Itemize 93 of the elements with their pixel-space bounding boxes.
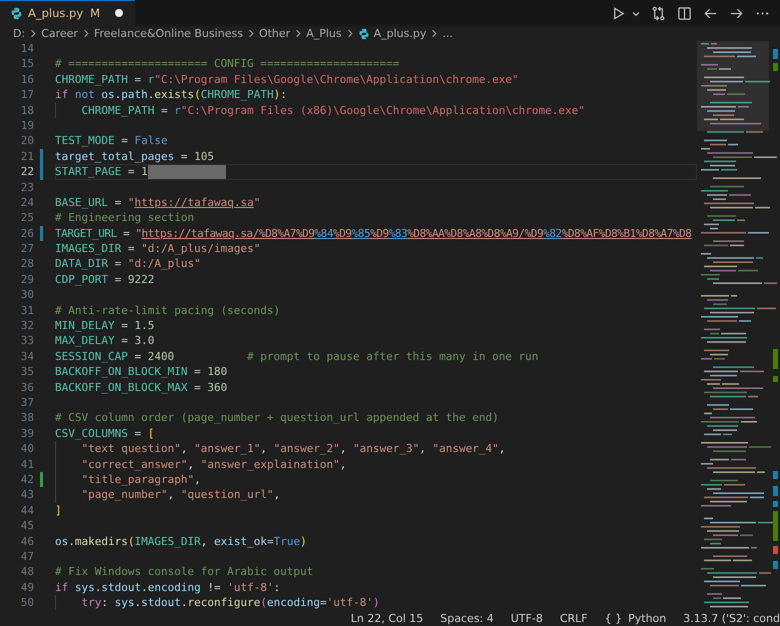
code-line: CSV_COLUMNS = [ bbox=[55, 426, 154, 442]
code-line: TEST_MODE = False bbox=[55, 133, 168, 149]
code-line: MAX_DELAY = 3.0 bbox=[55, 333, 154, 349]
code-line: if sys.stdout.encoding != 'utf-8': bbox=[55, 580, 280, 596]
line-number: 45 bbox=[20, 518, 34, 534]
line-number: 38 bbox=[20, 410, 34, 426]
code-line: ] bbox=[55, 502, 62, 518]
line-number: 42 bbox=[20, 472, 34, 488]
editor-tab[interactable]: A_plus.py M bbox=[0, 0, 136, 26]
code-line: try: sys.stdout.reconfigure(encoding='utf-8') bbox=[82, 595, 380, 610]
code-line: # Engineering section bbox=[55, 210, 194, 226]
chevron-icon bbox=[346, 28, 354, 39]
line-number: 22 bbox=[20, 164, 34, 180]
line-number: 21 bbox=[20, 148, 34, 164]
breadcrumb-item[interactable]: ... bbox=[442, 27, 453, 40]
python-icon bbox=[10, 6, 23, 20]
code-line: BACKOFF_ON_BLOCK_MAX = 360 bbox=[55, 380, 228, 395]
breadcrumb-item[interactable]: Other bbox=[258, 27, 290, 40]
code-line: CHROME_PATH = r"C:\Program Files (x86)\Google\Chrome\Application\chrome.exe" bbox=[82, 102, 585, 118]
status-item[interactable]: Ln 22, Col 15 bbox=[350, 612, 424, 625]
code-line: IMAGES_DIR = "d:/A_plus/images" bbox=[55, 241, 260, 256]
code-line: TARGET_URL = "https://tafawaq.sa/%D8%A7%D9%84%D9%85%D9%83%D8%AA%D8%A8%D8%A9/%D9%82%D8%AF%D8%B1%D8%A7%D8 bbox=[55, 226, 692, 242]
line-number: 43 bbox=[20, 487, 34, 503]
line-number: 44 bbox=[20, 502, 34, 518]
code-line: # CSV column order (page_number + question_url appended at the end) bbox=[55, 410, 499, 426]
line-number: 47 bbox=[20, 548, 34, 564]
code-line: if not os.path.exists(CHROME_PATH): bbox=[55, 87, 287, 103]
line-number: 32 bbox=[20, 318, 34, 334]
line-number: 34 bbox=[20, 348, 34, 364]
line-number: 15 bbox=[20, 56, 34, 72]
chevron-icon bbox=[430, 28, 438, 39]
line-number: 40 bbox=[20, 441, 34, 457]
chevron-icon bbox=[82, 28, 90, 39]
code-line: "page_number", "question_url", bbox=[82, 487, 280, 503]
code-line: # Anti-rate-limit pacing (seconds) bbox=[55, 302, 280, 318]
code-line: CHROME_PATH = r"C:\Program Files\Google\Chrome\Application\chrome.exe" bbox=[55, 72, 519, 88]
line-number: 23 bbox=[20, 180, 34, 195]
status-item[interactable]: { } Python bbox=[604, 612, 666, 625]
code-line: START_PAGE = 1 bbox=[55, 164, 148, 180]
line-number: 41 bbox=[20, 456, 34, 472]
code-line: BASE_URL = "https://tafawaq.sa" bbox=[55, 194, 260, 210]
line-number: 37 bbox=[20, 394, 34, 410]
line-number: 39 bbox=[20, 426, 34, 442]
line-number: 24 bbox=[20, 194, 34, 210]
unsaved-dot bbox=[115, 9, 124, 17]
line-number: 17 bbox=[20, 87, 34, 103]
line-number: 36 bbox=[20, 380, 34, 395]
code-line: MIN_DELAY = 1.5 bbox=[55, 318, 154, 334]
line-number: 16 bbox=[20, 72, 34, 88]
breadcrumb-item[interactable]: A_Plus bbox=[306, 27, 342, 40]
code-line: CDP_PORT = 9222 bbox=[55, 272, 154, 288]
line-number: 50 bbox=[20, 595, 34, 610]
status-item[interactable]: Spaces: 4 bbox=[440, 612, 494, 625]
line-number: 46 bbox=[20, 534, 34, 549]
code-line: SESSION_CAP = 2400 # prompt to pause after this many in one run bbox=[55, 348, 538, 364]
breadcrumb-item[interactable]: Freelance&Online Business bbox=[94, 27, 243, 40]
line-number: 30 bbox=[20, 287, 34, 303]
code-line: "title_paragraph", bbox=[82, 472, 201, 488]
compare-icon[interactable] bbox=[651, 6, 666, 20]
line-number: 14 bbox=[20, 41, 34, 56]
chevron-icon bbox=[294, 28, 302, 39]
line-number: 20 bbox=[20, 133, 34, 149]
status-item[interactable]: CRLF bbox=[560, 612, 588, 625]
split-editor-icon[interactable] bbox=[677, 6, 692, 20]
line-number: 49 bbox=[20, 580, 34, 596]
line-number: 48 bbox=[20, 564, 34, 580]
breadcrumb-item[interactable]: A_plus.py bbox=[374, 27, 426, 40]
line-number: 33 bbox=[20, 333, 34, 349]
line-number: 19 bbox=[20, 118, 34, 134]
chevron-icon bbox=[29, 28, 38, 39]
breadcrumb-item[interactable]: D: bbox=[13, 27, 26, 40]
line-number: 31 bbox=[20, 302, 34, 318]
code-line: os.makedirs(IMAGES_DIR, exist_ok=True) bbox=[55, 534, 307, 549]
code-line: BACKOFF_ON_BLOCK_MIN = 180 bbox=[55, 364, 228, 380]
chevron-icon bbox=[246, 28, 255, 39]
line-number: 27 bbox=[20, 241, 34, 256]
code-line: "text question", "answer_1", "answer_2", "answer_3", "answer_4", bbox=[82, 441, 506, 457]
line-number: 18 bbox=[20, 102, 34, 118]
breadcrumb-item[interactable]: Career bbox=[41, 27, 78, 40]
code-line: # ===================== CONFIG ===================== bbox=[55, 56, 400, 72]
code-line: target_total_pages = 105 bbox=[55, 148, 214, 164]
line-number: 35 bbox=[20, 364, 34, 380]
status-item[interactable]: UTF-8 bbox=[510, 612, 543, 625]
python-icon bbox=[358, 28, 370, 40]
code-line: # Fix Windows console for Arabic output bbox=[55, 564, 314, 580]
line-number: 26 bbox=[20, 226, 34, 242]
run-icon[interactable] bbox=[611, 6, 626, 20]
status-item[interactable]: 3.13.7 ('S2': cond bbox=[683, 612, 780, 625]
code-line: DATA_DIR = "d:/A_plus" bbox=[55, 256, 201, 272]
code-line: "correct_answer", "answer_explaination", bbox=[82, 456, 346, 472]
line-number: 28 bbox=[20, 256, 34, 272]
line-number: 25 bbox=[20, 210, 34, 226]
line-number: 29 bbox=[20, 272, 34, 288]
